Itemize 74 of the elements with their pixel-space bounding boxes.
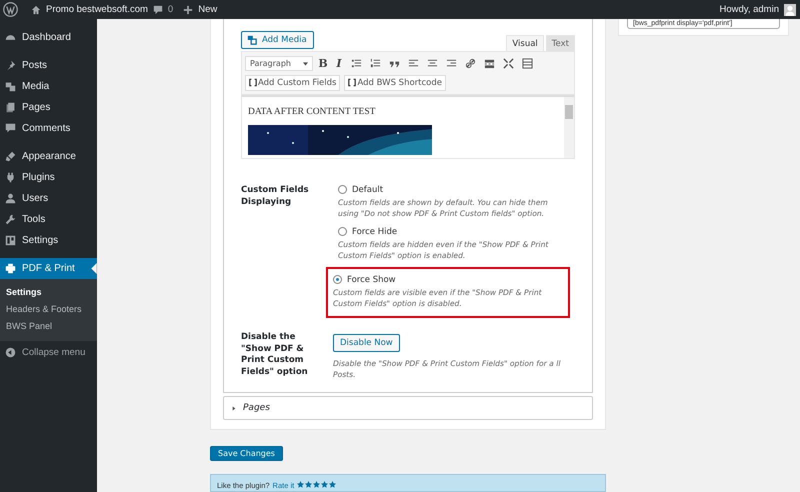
- pages-section[interactable]: Pages: [223, 396, 593, 420]
- menu-item[interactable]: Media: [0, 76, 97, 97]
- star-rating[interactable]: [297, 481, 336, 488]
- editor-tab[interactable]: Text: [546, 35, 575, 51]
- brackets-icon: [348, 78, 356, 87]
- menu-item[interactable]: Posts: [0, 55, 97, 76]
- shortcode-button[interactable]: Add Custom Fields: [245, 74, 340, 90]
- shortcode-button[interactable]: Add BWS Shortcode: [344, 74, 446, 90]
- radio-option[interactable]: Force Hide: [338, 225, 568, 238]
- pointer-icon: [91, 263, 97, 274]
- pin-icon: [5, 60, 16, 71]
- bullets-icon[interactable]: [351, 58, 362, 69]
- caret-icon: [303, 62, 308, 66]
- wordpress-logo-icon[interactable]: [3, 2, 18, 17]
- add-media-button[interactable]: Add Media: [241, 31, 314, 49]
- format-select[interactable]: Paragraph: [245, 56, 313, 71]
- submenu-item[interactable]: Headers & Footers: [0, 301, 97, 318]
- settings-icon: [5, 235, 16, 246]
- bold-button[interactable]: B: [317, 57, 329, 70]
- editor-content[interactable]: DATA AFTER CONTENT TEST: [241, 95, 575, 159]
- submenu-item[interactable]: Settings: [0, 284, 97, 301]
- avatar-icon[interactable]: [784, 4, 796, 16]
- link-icon[interactable]: [465, 58, 476, 69]
- disable-now-button[interactable]: Disable Now: [333, 334, 400, 352]
- radio-button[interactable]: [333, 275, 342, 284]
- radio-button[interactable]: [338, 227, 347, 236]
- menu-item[interactable]: Comments: [0, 118, 97, 139]
- brush-icon: [5, 151, 16, 162]
- user-icon: [5, 193, 16, 204]
- fullscreen-icon[interactable]: [503, 58, 514, 69]
- more-icon[interactable]: [484, 58, 495, 69]
- radio-option[interactable]: Force Show: [333, 273, 563, 286]
- menu-item[interactable]: Appearance: [0, 146, 97, 167]
- dashboard-icon: [5, 32, 16, 43]
- numbers-icon[interactable]: [370, 58, 381, 69]
- align-center-icon[interactable]: [427, 58, 438, 69]
- toolbar-icon[interactable]: [522, 58, 533, 69]
- wrench-icon: [5, 214, 16, 225]
- home-icon[interactable]: [31, 4, 41, 14]
- save-changes-button[interactable]: Save Changes: [210, 446, 283, 462]
- pages-icon: [5, 102, 16, 113]
- plug-icon: [5, 172, 16, 183]
- collapse-menu-button[interactable]: Collapse menu: [0, 342, 97, 362]
- collapse-icon: [5, 346, 16, 358]
- menu-item[interactable]: Tools: [0, 209, 97, 230]
- italic-button[interactable]: I: [333, 57, 345, 70]
- menu-item[interactable]: Pages: [0, 97, 97, 118]
- menu-item[interactable]: Users: [0, 188, 97, 209]
- field-label: Disable the "Show PDF & Print Custom Fields" option: [241, 331, 309, 378]
- align-right-icon[interactable]: [446, 58, 457, 69]
- content-text: DATA AFTER CONTENT TEST: [248, 107, 376, 117]
- menu-item[interactable]: Settings: [0, 230, 97, 251]
- submenu-item[interactable]: BWS Panel: [0, 318, 97, 335]
- comment-icon[interactable]: [152, 4, 163, 14]
- media-icon: [5, 81, 16, 92]
- new-link[interactable]: New: [198, 4, 218, 15]
- scrollbar[interactable]: [564, 97, 574, 158]
- printer-icon: [5, 263, 16, 274]
- menu-item[interactable]: Plugins: [0, 167, 97, 188]
- plus-icon[interactable]: [183, 4, 194, 14]
- site-name-link[interactable]: Promo bestwebsoft.com: [46, 4, 148, 15]
- comment-count[interactable]: 0: [168, 4, 174, 15]
- field-label: Custom Fields Displaying: [241, 184, 310, 208]
- comment-icon: [5, 123, 16, 134]
- menu-item[interactable]: Dashboard: [0, 27, 97, 48]
- editor-tab[interactable]: Visual: [506, 35, 544, 51]
- brackets-icon: [249, 78, 257, 87]
- media-icon: [247, 35, 257, 45]
- radio-button[interactable]: [338, 185, 347, 194]
- radio-option[interactable]: Default: [338, 183, 568, 196]
- align-left-icon[interactable]: [408, 58, 419, 69]
- greeting-link[interactable]: Howdy, admin: [720, 4, 779, 15]
- expand-icon: [232, 406, 236, 410]
- menu-item[interactable]: PDF & Print: [0, 258, 97, 279]
